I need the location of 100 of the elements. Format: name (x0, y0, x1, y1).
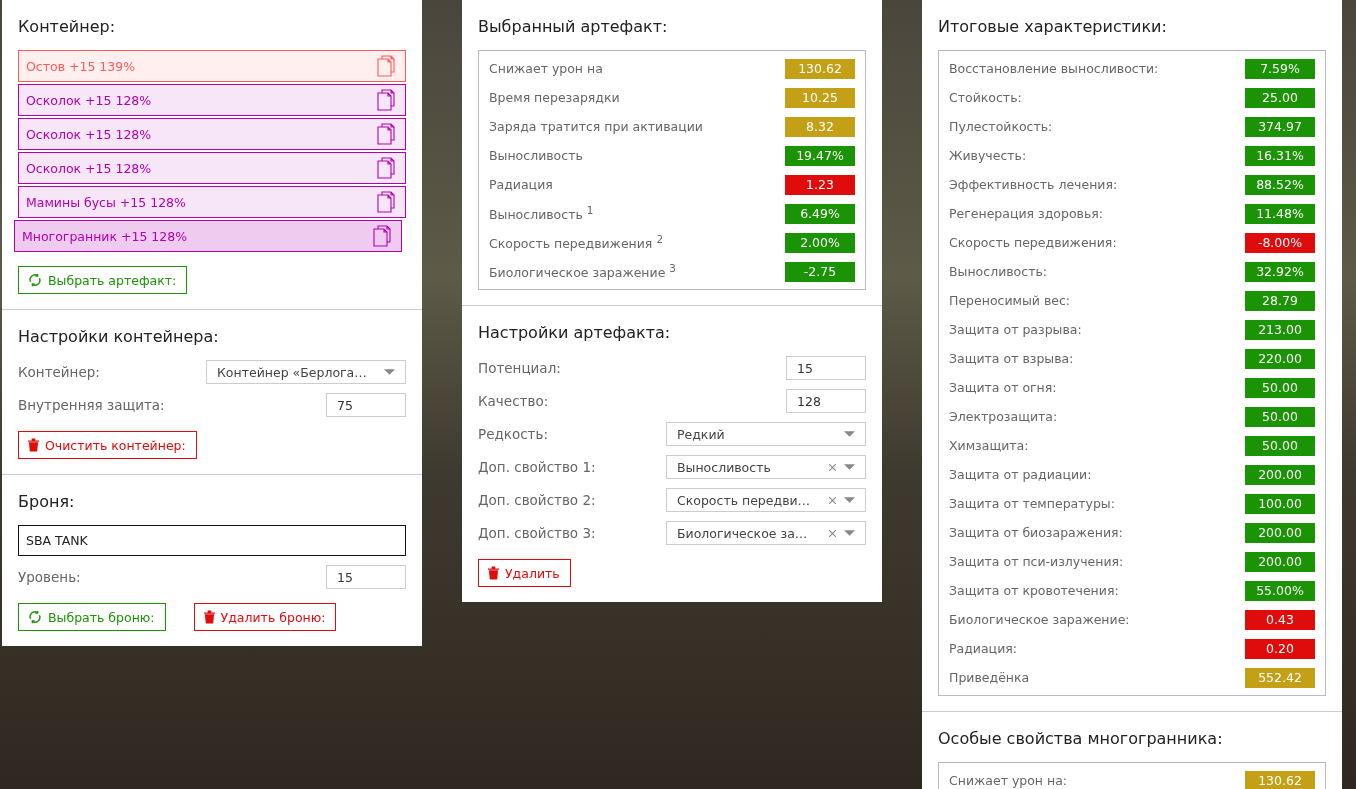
stat-value: 130.62 (1245, 770, 1315, 789)
stat-label: Защита от биозаражения: (949, 525, 1123, 540)
number-field[interactable]: 15 (786, 356, 866, 380)
stat-label: Защита от разрыва: (949, 322, 1082, 337)
stat-label: Пулестойкость: (949, 119, 1053, 134)
caret-icon (844, 530, 855, 536)
stat-value: 552.42 (1245, 667, 1315, 688)
copy-icon[interactable] (377, 89, 395, 111)
field-label: Потенциал: (478, 360, 561, 376)
stat-label: Выносливость: (949, 264, 1047, 279)
stat-value: 88.52% (1245, 174, 1315, 195)
stat-label: Приведёнка (949, 670, 1030, 685)
stat-label: Переносимый вес: (949, 293, 1071, 308)
stat-label: Защита от огня: (949, 380, 1057, 395)
artifact-slot[interactable]: Мамины бусы +15 128% (18, 186, 406, 218)
delete-button[interactable]: Очистить контейнер: (18, 431, 197, 459)
stat-label: Живучесть: (949, 148, 1027, 163)
stat-label: Биологическое заражение: (949, 612, 1130, 627)
clear-icon[interactable] (829, 529, 836, 537)
field-label: Контейнер: (18, 364, 100, 380)
section-title: Настройки артефакта: (478, 322, 672, 344)
stat-value: -2.75 (785, 261, 855, 282)
stat-value: 10.25 (785, 87, 855, 108)
section-title: Контейнер: (18, 16, 117, 38)
stat-value: 200.00 (1245, 551, 1315, 572)
stat-label: Время перезарядки (489, 90, 620, 105)
stat-value: 8.32 (785, 116, 855, 137)
stat-label: Защита от взрыва: (949, 351, 1074, 366)
delete-button[interactable]: Удалить броню: (193, 603, 337, 631)
stat-label: Биологическое заражение $^{3}$ (489, 262, 676, 281)
artifact-slot[interactable]: Осколок +15 128% (18, 84, 406, 116)
trash-icon (488, 566, 499, 580)
number-field[interactable]: 128 (786, 389, 866, 413)
clear-icon[interactable] (829, 463, 836, 471)
stat-value: 25.00 (1245, 87, 1315, 108)
dropdown[interactable]: Редкий (666, 422, 866, 446)
field-label: Уровень: (18, 569, 81, 585)
copy-icon[interactable] (377, 157, 395, 179)
section-title: Особые свойства многогранника: (938, 728, 1224, 750)
number-field[interactable]: 15 (326, 565, 406, 589)
dropdown[interactable]: Выносливость (666, 455, 866, 479)
stat-value: 7.59% (1245, 58, 1315, 79)
copy-icon[interactable] (377, 123, 395, 145)
artifact-slot[interactable]: Осколок +15 128% (18, 118, 406, 150)
stat-label: Защита от температуры: (949, 496, 1115, 511)
stat-label: Снижает урон на: (949, 773, 1068, 788)
stat-value: 50.00 (1245, 377, 1315, 398)
stat-value: 213.00 (1245, 319, 1315, 340)
trash-icon (28, 438, 39, 452)
field-label: Доп. свойство 1: (478, 459, 596, 475)
copy-icon[interactable] (373, 225, 391, 247)
stat-value: 0.43 (1245, 609, 1315, 630)
copy-icon[interactable] (377, 55, 395, 77)
stat-value: 50.00 (1245, 406, 1315, 427)
stat-value: 2.00% (785, 232, 855, 253)
stat-label: Электрозащита: (949, 409, 1058, 424)
clear-icon[interactable] (829, 496, 836, 504)
stat-value: 0.20 (1245, 638, 1315, 659)
stat-label: Восстановление выносливости: (949, 61, 1159, 76)
artifact-slot[interactable]: Остов +15 139% (18, 50, 406, 82)
stat-label: Снижает урон на (489, 61, 603, 76)
stat-value: 55.00% (1245, 580, 1315, 601)
delete-button[interactable]: Удалить (478, 559, 571, 587)
artifact-slot[interactable]: Многогранник +15 128% (14, 220, 402, 252)
stat-value: 200.00 (1245, 464, 1315, 485)
pick-button[interactable]: Выбрать артефакт: (18, 266, 188, 294)
stat-label: Эффективность лечения: (949, 177, 1118, 192)
field-label: Доп. свойство 3: (478, 525, 596, 541)
stat-value: -8.00% (1245, 232, 1315, 253)
artifact-slot[interactable]: Осколок +15 128% (18, 152, 406, 184)
stat-label: Защита от кровотечения: (949, 583, 1119, 598)
stat-label: Заряда тратится при активации (489, 119, 703, 134)
stat-label: Скорость передвижения: (949, 235, 1117, 250)
stat-value: 50.00 (1245, 435, 1315, 456)
dropdown[interactable]: Контейнер «Берлога… (206, 360, 406, 384)
stat-label: Защита от пси-излучения: (949, 554, 1124, 569)
caret-icon (844, 497, 855, 503)
pick-button[interactable]: Выбрать броню: (18, 603, 166, 631)
stat-label: Скорость передвижения $^{2}$ (489, 233, 663, 252)
stat-value: 16.31% (1245, 145, 1315, 166)
field-label: Внутренняя защита: (18, 397, 165, 413)
stat-label: Защита от радиации: (949, 467, 1092, 482)
field-label: Доп. свойство 2: (478, 492, 596, 508)
section-title: Настройки контейнера: (18, 326, 220, 348)
stat-value: 1.23 (785, 174, 855, 195)
stat-value: 19.47% (785, 145, 855, 166)
stat-label: Радиация (489, 177, 553, 192)
stat-label: Выносливость (489, 148, 583, 163)
stat-label: Радиация: (949, 641, 1017, 656)
stat-value: 32.92% (1245, 261, 1315, 282)
dropdown[interactable]: Скорость передви… (666, 488, 866, 512)
stat-value: 220.00 (1245, 348, 1315, 369)
stat-value: 200.00 (1245, 522, 1315, 543)
copy-icon[interactable] (377, 191, 395, 213)
section-title: Броня: (18, 491, 76, 513)
armor-field[interactable]: SBA TANK (18, 525, 406, 556)
dropdown[interactable]: Биологическое за… (666, 521, 866, 545)
stat-label: Стойкость: (949, 90, 1022, 105)
section-title: Итоговые характеристики: (938, 16, 1168, 38)
number-field[interactable]: 75 (326, 393, 406, 417)
